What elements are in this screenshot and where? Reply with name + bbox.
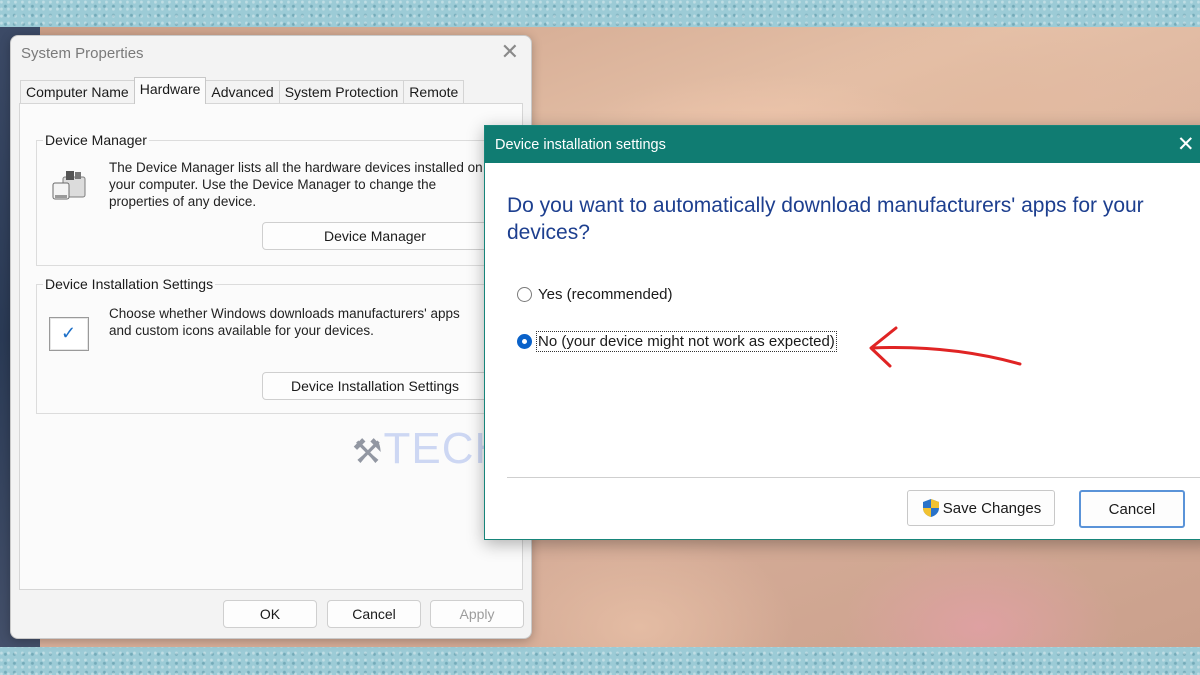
- ok-button[interactable]: OK: [223, 600, 317, 628]
- dialog-cancel-label: Cancel: [1108, 500, 1156, 518]
- group-label: Device Manager: [43, 132, 149, 148]
- close-icon[interactable]: ✕: [501, 41, 519, 63]
- option-no[interactable]: No (your device might not work as expect…: [517, 331, 837, 352]
- cancel-button[interactable]: Cancel: [327, 600, 421, 628]
- device-installation-settings-button-label: Device Installation Settings: [290, 378, 460, 394]
- dialog-question: Do you want to automatically download ma…: [507, 194, 1144, 244]
- cancel-button-label: Cancel: [352, 606, 396, 622]
- device-manager-button[interactable]: Device Manager: [262, 222, 488, 250]
- shield-icon: [922, 499, 939, 517]
- dialog-cancel-button[interactable]: Cancel: [1079, 490, 1185, 528]
- option-yes-label: Yes (recommended): [538, 286, 673, 303]
- ok-button-label: OK: [259, 606, 281, 622]
- installation-settings-icon: ✓: [49, 317, 89, 351]
- tab-system-protection[interactable]: System Protection: [278, 80, 405, 103]
- device-manager-group: Device Manager The Device Manager lists …: [36, 132, 523, 266]
- annotation-arrow-icon: [869, 326, 1022, 368]
- radio-yes[interactable]: [517, 287, 532, 302]
- device-installation-settings-button[interactable]: Device Installation Settings: [262, 372, 488, 400]
- dialog-title: Device installation settings: [495, 137, 666, 153]
- window-title: System Properties: [21, 45, 144, 62]
- save-changes-button[interactable]: Save Changes: [907, 490, 1055, 526]
- device-manager-icon: [52, 171, 86, 200]
- device-installation-description: Choose whether Windows downloads manufac…: [109, 306, 460, 338]
- tab-computer-name[interactable]: Computer Name: [20, 80, 135, 103]
- group-label: Device Installation Settings: [43, 276, 216, 292]
- tab-remote[interactable]: Remote: [403, 80, 465, 103]
- dialog-titlebar: Device installation settings ✕: [485, 126, 1200, 163]
- checkmark-icon: ✓: [61, 323, 77, 343]
- tab-advanced[interactable]: Advanced: [205, 80, 280, 103]
- device-manager-button-label: Device Manager: [324, 228, 426, 244]
- apply-button[interactable]: Apply: [430, 600, 524, 628]
- dialog-separator: [507, 477, 1200, 478]
- option-no-label: No (your device might not work as expect…: [536, 331, 837, 352]
- system-properties-window: System Properties ✕ Computer Name Hardwa…: [10, 35, 532, 639]
- tab-bar: Computer Name Hardware Advanced System P…: [20, 77, 465, 104]
- save-changes-label: Save Changes: [942, 499, 1042, 517]
- device-installation-settings-dialog: Device installation settings ✕ Do you wa…: [484, 125, 1200, 540]
- hardware-tab-panel: Device Manager The Device Manager lists …: [19, 103, 523, 590]
- device-installation-group: Device Installation Settings ✓ Choose wh…: [36, 276, 523, 414]
- device-manager-description: The Device Manager lists all the hardwar…: [109, 160, 483, 209]
- apply-button-label: Apply: [459, 606, 495, 622]
- radio-no[interactable]: [517, 334, 532, 349]
- close-icon[interactable]: ✕: [1177, 132, 1195, 157]
- tab-hardware[interactable]: Hardware: [133, 77, 207, 104]
- option-yes[interactable]: Yes (recommended): [517, 286, 673, 303]
- hammer-icon: ⚒: [352, 433, 384, 471]
